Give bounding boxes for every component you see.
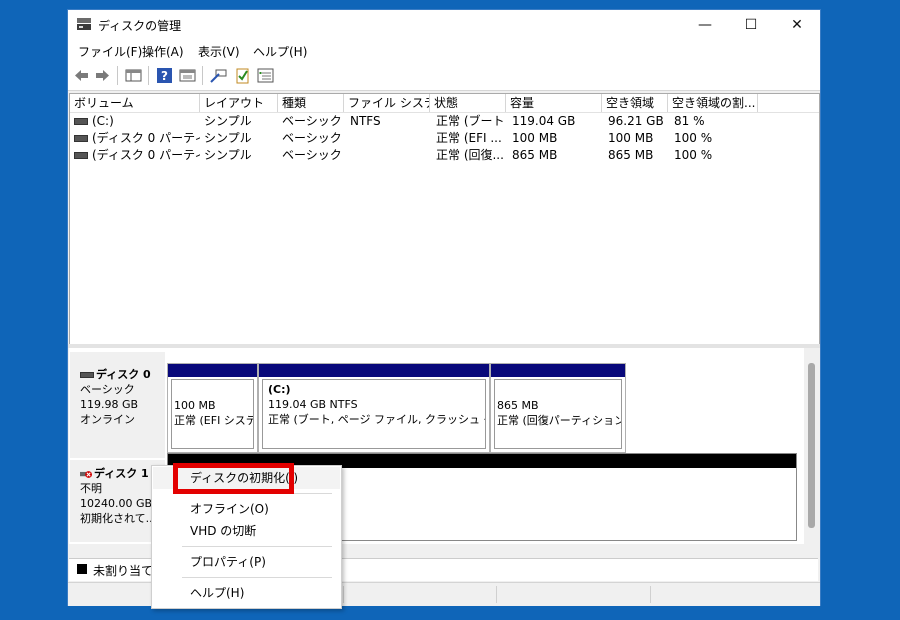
volume-drive-icon (74, 118, 88, 125)
scrollbar-thumb[interactable] (808, 363, 815, 528)
partition-size: 119.04 GB NTFS (268, 398, 358, 411)
volume-filesystem: NTFS (350, 114, 381, 128)
column-header-free-space[interactable]: 空き領域 (602, 94, 668, 112)
volume-list-header: ボリューム レイアウト 種類 ファイル システム 状態 容量 空き領域 空き領域… (70, 94, 819, 113)
volume-filesystem (350, 147, 428, 164)
window-title: ディスクの管理 (98, 19, 182, 33)
context-menu-help[interactable]: ヘルプ(H) (153, 582, 340, 604)
partition-c-drive[interactable]: (C:) 119.04 GB NTFS 正常 (ブート, ページ ファイル, ク… (258, 363, 490, 453)
close-button[interactable]: ✕ (774, 10, 820, 40)
volume-capacity: 119.04 GB (512, 114, 576, 128)
partition-bar (491, 364, 625, 377)
toolbar-separator (202, 66, 203, 85)
volume-name: (ディスク 0 パーティシ... (92, 131, 200, 145)
volume-free-percent: 100 % (674, 131, 713, 145)
volume-free-space: 865 MB (608, 148, 654, 162)
toolbar-separator (117, 66, 118, 85)
menu-separator (182, 577, 332, 578)
column-header-volume[interactable]: ボリューム (70, 94, 200, 112)
column-header-status[interactable]: 状態 (430, 94, 506, 112)
volume-layout: シンプル (204, 114, 252, 128)
disk-0-status: オンライン (80, 413, 135, 426)
volume-layout: シンプル (204, 148, 252, 162)
column-header-layout[interactable]: レイアウト (200, 94, 278, 112)
disk-0-type: ベーシック (80, 383, 135, 396)
toolbar-separator (148, 66, 149, 85)
check-icon[interactable] (234, 67, 251, 84)
console-tree-icon[interactable] (125, 67, 142, 84)
minimize-button[interactable]: — (682, 10, 728, 40)
forward-arrow-icon[interactable] (94, 67, 111, 84)
properties-list-icon[interactable] (179, 67, 196, 84)
svg-text:?: ? (161, 69, 168, 83)
partition-size: 100 MB (174, 399, 216, 412)
volume-free-space: 96.21 GB (608, 114, 664, 128)
volume-layout: シンプル (204, 131, 252, 145)
disk-view-scrollbar[interactable] (805, 348, 818, 544)
volume-free-space: 100 MB (608, 131, 654, 145)
disk-0-size: 119.98 GB (80, 398, 139, 411)
menu-action[interactable]: 操作(A) (142, 43, 184, 60)
partition-status: 正常 (EFI システ (174, 414, 254, 427)
volume-drive-icon (74, 135, 88, 142)
menu-file[interactable]: ファイル(F) (78, 43, 142, 60)
volume-filesystem (350, 130, 428, 147)
volume-status: 正常 (EFI ... (436, 131, 502, 145)
unallocated-legend-swatch (77, 564, 87, 574)
volume-type: ベーシック (282, 131, 342, 145)
red-highlight-annotation (173, 463, 294, 494)
unallocated-legend-label: 未割り当て (93, 564, 154, 578)
disk-error-icon (80, 470, 92, 478)
column-header-free-percent[interactable]: 空き領域の割... (668, 94, 758, 112)
disk-0-label[interactable]: ディスク 0 ベーシック 119.98 GB オンライン (70, 352, 165, 458)
menu-view[interactable]: 表示(V) (198, 43, 240, 60)
menu-separator (182, 546, 332, 547)
partition-recovery[interactable]: 865 MB 正常 (回復パーティション) (490, 363, 626, 453)
column-header-type[interactable]: 種類 (278, 94, 344, 112)
partition-volume-label: (C:) (268, 383, 291, 396)
context-menu-offline[interactable]: オフライン(O) (153, 498, 340, 520)
volume-row[interactable]: (C:) シンプル ベーシック NTFS 正常 (ブート... 119.04 G… (70, 113, 819, 130)
volume-list: ボリューム レイアウト 種類 ファイル システム 状態 容量 空き領域 空き領域… (69, 93, 820, 345)
volume-name: (C:) (92, 114, 114, 128)
partition-bar (259, 364, 489, 377)
disk-0-title: ディスク 0 (96, 368, 151, 381)
volume-type: ベーシック (282, 148, 342, 162)
column-header-capacity[interactable]: 容量 (506, 94, 602, 112)
volume-status: 正常 (回復... (436, 148, 504, 162)
title-bar: ディスクの管理 — ☐ ✕ (68, 10, 820, 40)
status-divider (496, 586, 497, 603)
partition-bar (168, 364, 257, 377)
menu-help[interactable]: ヘルプ(H) (253, 43, 307, 60)
connect-icon[interactable] (210, 67, 227, 84)
disk-drive-icon (80, 372, 94, 378)
volume-type: ベーシック (282, 114, 342, 128)
volume-row[interactable]: (ディスク 0 パーティシ... シンプル ベーシック 正常 (回復... 86… (70, 147, 819, 164)
disk-management-app-icon (77, 18, 91, 30)
menu-bar: ファイル(F) 操作(A) 表示(V) ヘルプ(H) (68, 40, 820, 61)
volume-capacity: 865 MB (512, 148, 558, 162)
partition-status: 正常 (回復パーティション) (497, 414, 622, 427)
partition-status: 正常 (ブート, ページ ファイル, クラッシュ ダンプ, / (268, 413, 485, 426)
context-menu-properties[interactable]: プロパティ(P) (153, 551, 340, 573)
volume-status: 正常 (ブート... (436, 114, 504, 128)
column-header-filesystem[interactable]: ファイル システム (344, 94, 430, 112)
volume-name: (ディスク 0 パーティシ... (92, 148, 200, 162)
volume-free-percent: 100 % (674, 148, 713, 162)
status-divider (650, 586, 651, 603)
volume-row[interactable]: (ディスク 0 パーティシ... シンプル ベーシック 正常 (EFI ... … (70, 130, 819, 147)
volume-free-percent: 81 % (674, 114, 705, 128)
help-icon[interactable]: ? (156, 67, 173, 84)
maximize-button[interactable]: ☐ (728, 10, 774, 40)
status-divider (343, 586, 344, 603)
partition-efi[interactable]: 100 MB 正常 (EFI システ (167, 363, 258, 453)
toolbar: ? (68, 61, 820, 91)
partition-size: 865 MB (497, 399, 539, 412)
volume-capacity: 100 MB (512, 131, 558, 145)
context-menu-detach-vhd[interactable]: VHD の切断 (153, 520, 340, 542)
volume-drive-icon (74, 152, 88, 159)
settings-list-icon[interactable] (257, 67, 274, 84)
disk-1-title: ディスク 1 (94, 467, 149, 480)
back-arrow-icon[interactable] (73, 67, 90, 84)
